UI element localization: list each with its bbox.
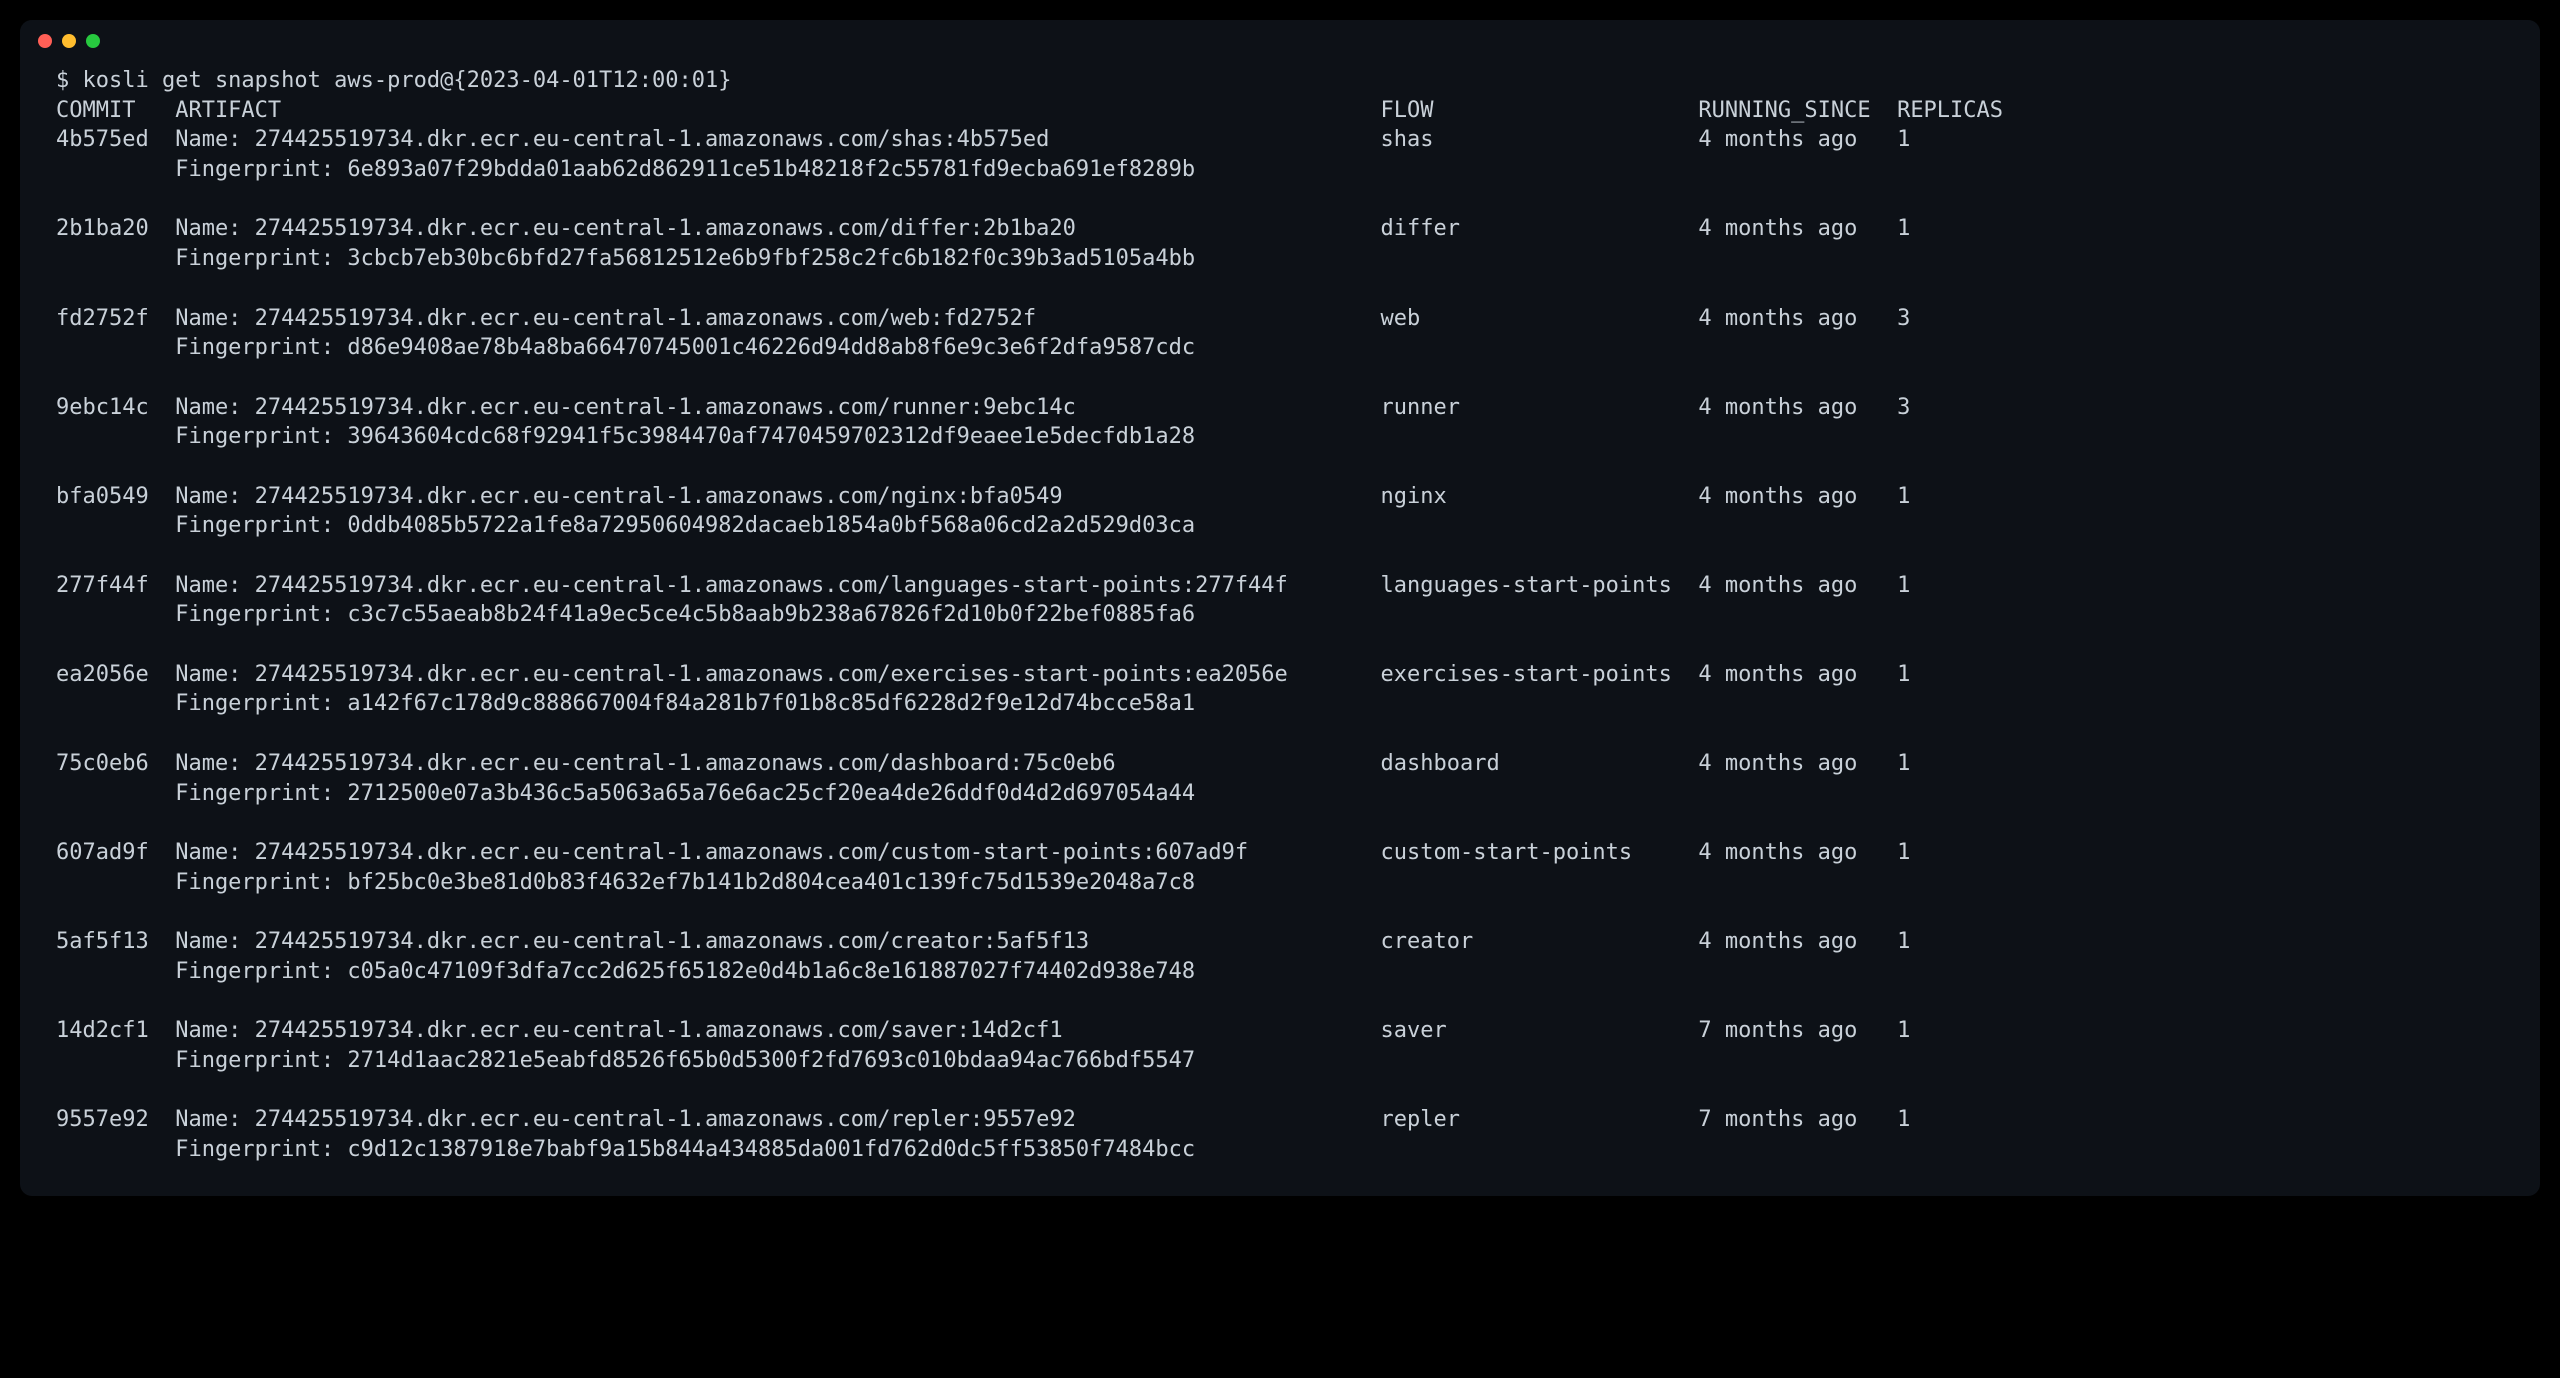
terminal-window: $ kosli get snapshot aws-prod@{2023-04-0… <box>20 20 2540 1196</box>
table-header: COMMIT ARTIFACT FLOW RUNNING_SINCE REPLI… <box>56 98 2003 123</box>
title-bar <box>20 20 2540 54</box>
minimize-icon[interactable] <box>62 34 76 48</box>
table-body: 4b575ed Name: 274425519734.dkr.ecr.eu-ce… <box>56 127 1910 1161</box>
close-icon[interactable] <box>38 34 52 48</box>
command-line: $ kosli get snapshot aws-prod@{2023-04-0… <box>56 68 732 93</box>
terminal-output[interactable]: $ kosli get snapshot aws-prod@{2023-04-0… <box>20 54 2540 1196</box>
maximize-icon[interactable] <box>86 34 100 48</box>
